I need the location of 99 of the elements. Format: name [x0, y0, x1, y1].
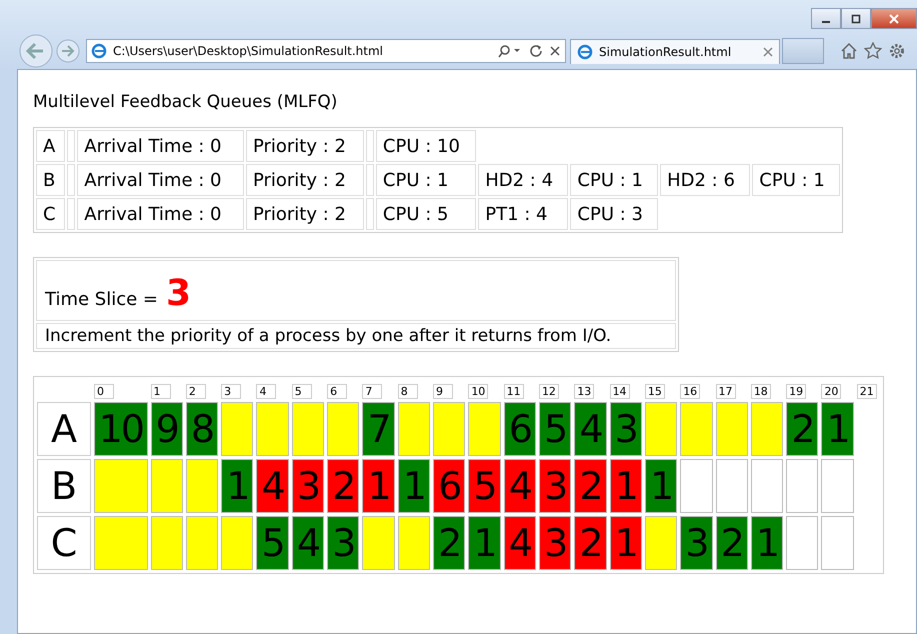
burst: CPU : 10: [376, 130, 476, 162]
timeline-cell: 1: [362, 459, 395, 513]
timeline-cell: 4: [256, 459, 289, 513]
arrival-time: Arrival Time : 0: [77, 198, 244, 230]
time-tick: 20: [821, 384, 842, 399]
burst: PT1 : 4: [478, 198, 568, 230]
burst: CPU : 5: [376, 198, 476, 230]
minimize-button[interactable]: [811, 8, 841, 29]
time-tick: 16: [680, 384, 700, 399]
time-tick: 13: [574, 384, 594, 399]
process-name: A: [36, 130, 66, 162]
time-tick: 6: [327, 384, 348, 399]
time-tick: 1: [150, 384, 170, 399]
maximize-icon: [851, 14, 861, 24]
time-tick: 17: [716, 384, 736, 399]
burst: CPU : 1: [570, 164, 658, 196]
time-slice-label: Time Slice =: [45, 289, 158, 310]
timeline-cell: 2: [574, 459, 607, 513]
burst: CPU : 1: [752, 164, 840, 196]
minimize-icon: [822, 20, 830, 22]
time-tick: 7: [362, 384, 382, 399]
refresh-icon[interactable]: [529, 44, 543, 58]
timeline-cell: 1: [610, 516, 642, 570]
time-tick: 14: [610, 384, 630, 399]
time-tick: 8: [398, 384, 418, 399]
timeline-cell: 5: [256, 516, 289, 570]
time-tick: 10: [468, 384, 488, 399]
browser-tab[interactable]: SimulationResult.html: [570, 38, 780, 64]
timeline-cell: 8: [186, 402, 218, 456]
time-tick: 3: [221, 384, 242, 399]
timeline-cell: 3: [538, 516, 572, 570]
maximize-button[interactable]: [841, 8, 871, 29]
process-label: A: [37, 402, 91, 456]
time-tick: 15: [644, 384, 665, 399]
timeline-cell: 1: [750, 516, 784, 570]
time-tick: 12: [538, 384, 559, 399]
process-name: C: [36, 198, 66, 230]
arrival-time: Arrival Time : 0: [77, 164, 244, 196]
priority: Priority : 2: [246, 164, 364, 196]
timeline-cell: 4: [504, 516, 536, 570]
timeline-cell: 4: [574, 402, 607, 456]
timeline-cell: 5: [538, 402, 572, 456]
search-icon[interactable]: [497, 43, 523, 59]
home-icon[interactable]: [840, 42, 858, 60]
close-tab-icon[interactable]: [763, 46, 773, 56]
time-tick: 9: [433, 384, 453, 399]
timeline-cell: 2: [433, 516, 466, 570]
time-tick: 0: [94, 384, 114, 399]
timeline-cell: 2: [716, 516, 748, 570]
settings-icon[interactable]: [888, 42, 906, 60]
timeline-cell: 3: [292, 459, 324, 513]
burst: HD2 : 4: [478, 164, 568, 196]
timeline-cell: 1: [610, 459, 642, 513]
page-heading: Multilevel Feedback Queues (MLFQ): [33, 92, 338, 112]
burst: CPU : 1: [376, 164, 476, 196]
time-slice-value: 3: [166, 273, 192, 314]
burst: CPU : 3: [570, 198, 658, 230]
address-bar[interactable]: C:\Users\user\Desktop\SimulationResult.html: [86, 39, 566, 63]
time-tick: 19: [786, 384, 806, 399]
timeline-cell: 1: [398, 459, 430, 513]
timeline-cell: 7: [362, 402, 395, 456]
time-tick: 21: [856, 384, 877, 399]
rule-text: Increment the priority of a process by one after it returns from I/O.: [36, 323, 676, 349]
timeline-cell: 5: [468, 459, 501, 513]
page-icon: [577, 44, 593, 60]
timeline-cell: 1: [221, 459, 254, 513]
timeline-cell: 1: [468, 516, 501, 570]
priority: Priority : 2: [246, 198, 364, 230]
timeline-cell: 1: [644, 459, 678, 513]
timeline-cell: 3: [610, 402, 642, 456]
process-label: B: [37, 459, 91, 513]
page-icon: [91, 43, 107, 59]
close-icon: [888, 12, 900, 24]
timeline-cell: 4: [504, 459, 536, 513]
time-tick: 2: [186, 384, 206, 399]
timeline-cell: 3: [680, 516, 712, 570]
timeline-cell: 2: [327, 459, 360, 513]
stop-icon[interactable]: [549, 45, 561, 57]
time-tick: 11: [504, 384, 524, 399]
time-tick: 18: [750, 384, 771, 399]
timeline-cell: 6: [433, 459, 466, 513]
timeline-cell: 3: [538, 459, 572, 513]
timeline-cell: 1: [821, 402, 854, 456]
arrival-time: Arrival Time : 0: [77, 130, 244, 162]
timeline-cell: 9: [150, 402, 183, 456]
priority: Priority : 2: [246, 130, 364, 162]
star-icon[interactable]: [864, 42, 882, 60]
close-button[interactable]: [871, 8, 917, 29]
time-tick: 5: [292, 384, 312, 399]
time-tick: 4: [256, 384, 276, 399]
timeline-cell: 10: [94, 402, 148, 456]
timeline-cell: 3: [327, 516, 360, 570]
process-label: C: [37, 516, 91, 570]
timeline-cell: 6: [504, 402, 536, 456]
timeline-cell: 4: [292, 516, 324, 570]
burst: HD2 : 6: [660, 164, 750, 196]
timeline-cell: 2: [574, 516, 607, 570]
process-name: B: [36, 164, 66, 196]
timeline-cell: 2: [786, 402, 818, 456]
